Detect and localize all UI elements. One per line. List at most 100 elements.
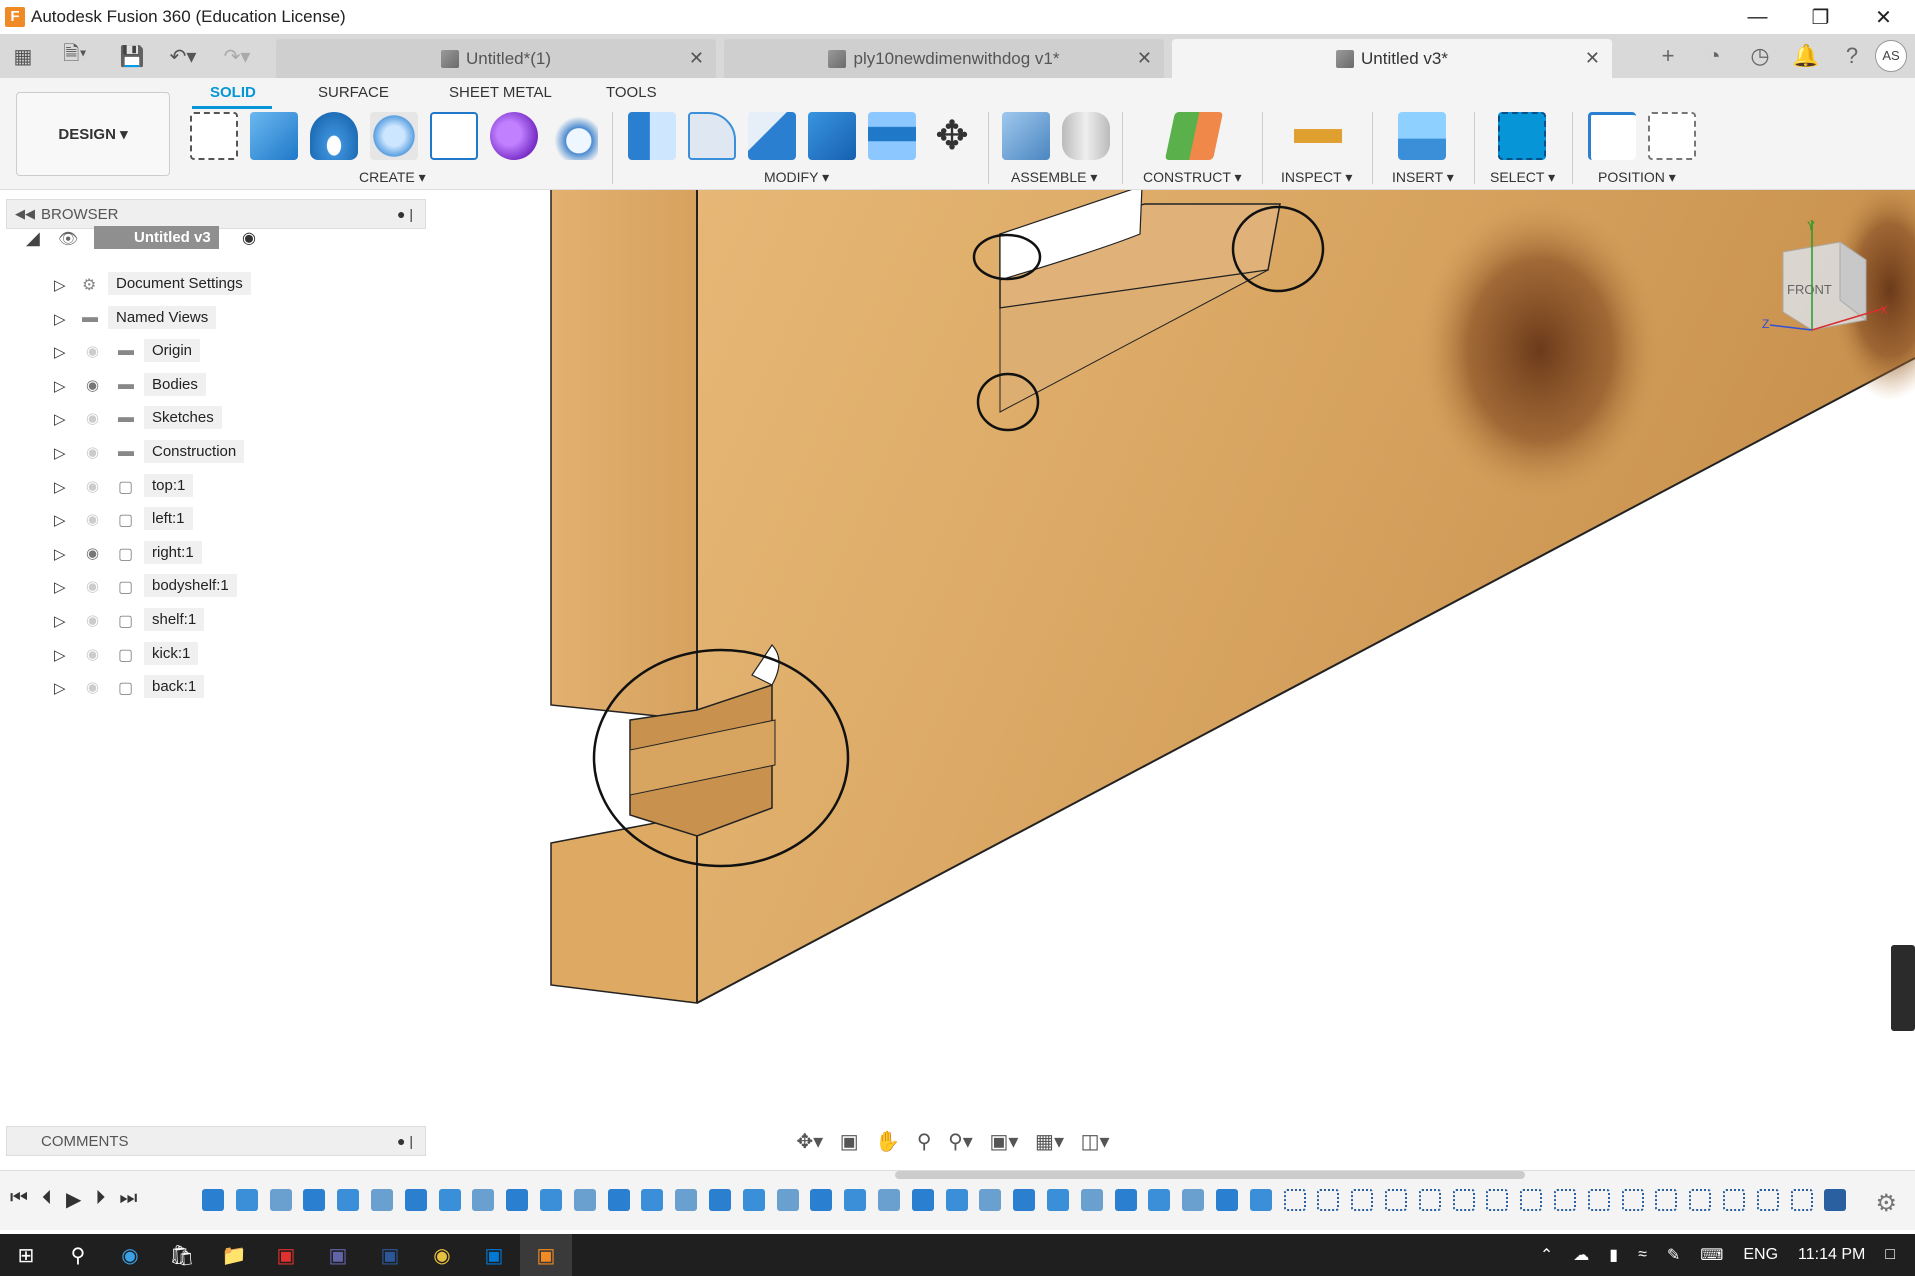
- browser-panel-header[interactable]: ◀◀ BROWSER ● |: [6, 199, 426, 229]
- tab-close-icon[interactable]: ✕: [689, 48, 704, 69]
- timeline-feature-icon[interactable]: [269, 1189, 292, 1211]
- create-sketch-icon[interactable]: [190, 112, 238, 160]
- expand-triangle-icon[interactable]: ▷: [54, 578, 66, 596]
- redo-icon[interactable]: ↷▾: [214, 34, 260, 78]
- revert-position-icon[interactable]: [1648, 112, 1696, 160]
- pan-hand-icon[interactable]: ✋: [875, 1129, 900, 1154]
- pen-icon[interactable]: ✎: [1667, 1245, 1680, 1265]
- user-avatar[interactable]: AS: [1875, 40, 1907, 72]
- mirror-sweep-icon[interactable]: [550, 112, 598, 160]
- extrude-icon[interactable]: [250, 112, 298, 160]
- step-back-icon[interactable]: ⏴: [42, 1187, 52, 1212]
- expand-triangle-icon[interactable]: ▷: [54, 545, 66, 563]
- wifi-icon[interactable]: ≈: [1638, 1246, 1647, 1264]
- timeline-feature-icon[interactable]: [1283, 1189, 1306, 1211]
- apps-grid-icon[interactable]: ▦: [8, 34, 38, 78]
- timeline-feature-icon[interactable]: [1182, 1189, 1205, 1211]
- timeline-feature-icon[interactable]: [607, 1189, 630, 1211]
- panel-edge-face[interactable]: [550, 190, 698, 721]
- edge-browser-icon[interactable]: ◉: [104, 1234, 156, 1276]
- display-settings-icon[interactable]: ▣▾: [989, 1129, 1018, 1154]
- chrome-icon[interactable]: ◉: [416, 1234, 468, 1276]
- timeline-feature-icon[interactable]: [1520, 1189, 1543, 1211]
- press-pull-icon[interactable]: [628, 112, 676, 160]
- offset-face-icon[interactable]: [868, 112, 916, 160]
- step-forward-icon[interactable]: ⏵: [95, 1187, 105, 1212]
- outlook-icon[interactable]: ▣: [468, 1234, 520, 1276]
- expand-triangle-icon[interactable]: ▷: [54, 478, 66, 496]
- timeline-feature-icon[interactable]: [202, 1189, 224, 1211]
- timeline-feature-icon[interactable]: [1587, 1189, 1610, 1211]
- visibility-hidden-icon[interactable]: ◉: [86, 409, 99, 427]
- timeline-feature-icon[interactable]: [540, 1189, 562, 1211]
- insert-canvas-icon[interactable]: [1398, 112, 1446, 160]
- add-comment-icon[interactable]: ● |: [397, 1133, 413, 1149]
- new-component-icon[interactable]: [1002, 112, 1050, 160]
- timeline-feature-icon[interactable]: [371, 1189, 393, 1211]
- tab-ply10newdimenwithdog[interactable]: ply10newdimenwithdog v1* ✕: [724, 39, 1164, 78]
- timeline-feature-icon[interactable]: [303, 1189, 326, 1211]
- timeline-feature-icon[interactable]: [709, 1189, 731, 1211]
- timeline-feature-icon[interactable]: [404, 1189, 427, 1211]
- tab-surface[interactable]: SURFACE: [318, 84, 389, 101]
- new-tab-icon[interactable]: +: [1645, 43, 1691, 69]
- timeline-feature-icon[interactable]: [1452, 1189, 1475, 1211]
- timeline-feature-icon[interactable]: [1689, 1189, 1712, 1211]
- revolve-icon[interactable]: [310, 112, 358, 160]
- timeline-feature-icon[interactable]: [1621, 1189, 1644, 1211]
- assemble-menu[interactable]: ASSEMBLE ▾: [1011, 169, 1097, 186]
- timeline-feature-icon[interactable]: [844, 1189, 867, 1211]
- file-menu-icon[interactable]: 🗎▾: [52, 34, 98, 78]
- timeline-feature-icon[interactable]: [1824, 1189, 1847, 1211]
- shell-icon[interactable]: [748, 112, 796, 160]
- fit-icon[interactable]: ⚲▾: [948, 1129, 973, 1154]
- timeline-feature-icon[interactable]: [1655, 1189, 1678, 1211]
- tab-close-icon[interactable]: ✕: [1585, 48, 1600, 69]
- save-icon[interactable]: 💾: [114, 34, 150, 78]
- visibility-hidden-icon[interactable]: ◉: [86, 645, 99, 663]
- timeline-feature-icon[interactable]: [979, 1189, 1002, 1211]
- onedrive-icon[interactable]: ☁: [1573, 1245, 1589, 1265]
- joint-icon[interactable]: [1062, 112, 1110, 160]
- expand-triangle-icon[interactable]: ▷: [54, 511, 66, 529]
- timeline-feature-icon[interactable]: [1418, 1189, 1441, 1211]
- action-center-icon[interactable]: □: [1885, 1246, 1895, 1264]
- visibility-eye-icon[interactable]: 👁: [58, 229, 78, 249]
- timeline-feature-icon[interactable]: [438, 1189, 461, 1211]
- windows-start-icon[interactable]: ⊞: [0, 1234, 52, 1276]
- visibility-hidden-icon[interactable]: ◉: [86, 611, 99, 629]
- minimize-button[interactable]: —: [1726, 0, 1789, 34]
- expanded-triangle-icon[interactable]: ◢: [26, 228, 40, 249]
- orbit-icon[interactable]: ✥▾: [796, 1129, 823, 1154]
- timeline-feature-icon[interactable]: [1486, 1189, 1509, 1211]
- keyboard-icon[interactable]: ⌨: [1700, 1245, 1723, 1265]
- tab-close-icon[interactable]: ✕: [1137, 48, 1152, 69]
- activate-component-icon[interactable]: ◉: [242, 228, 256, 248]
- tab-tools[interactable]: TOOLS: [606, 84, 657, 101]
- timeline-feature-icon[interactable]: [1554, 1189, 1576, 1211]
- browser-pin-icon[interactable]: ● |: [397, 206, 413, 222]
- app-red-icon[interactable]: ▣: [260, 1234, 312, 1276]
- visibility-hidden-icon[interactable]: ◉: [86, 510, 99, 528]
- workspace-switcher-button[interactable]: DESIGN ▾: [16, 92, 170, 176]
- timeline-feature-icon[interactable]: [1216, 1189, 1238, 1211]
- timeline-feature-icon[interactable]: [1013, 1189, 1036, 1211]
- help-icon[interactable]: ?: [1829, 43, 1875, 69]
- tray-chevron-icon[interactable]: ⌃: [1540, 1245, 1553, 1265]
- visibility-hidden-icon[interactable]: ◉: [86, 477, 99, 495]
- timeline-feature-icon[interactable]: [742, 1189, 765, 1211]
- language-indicator[interactable]: ENG: [1743, 1246, 1778, 1264]
- timeline-scrollbar[interactable]: [895, 1171, 1525, 1179]
- modify-menu[interactable]: MODIFY ▾: [764, 169, 829, 186]
- rectangular-pattern-icon[interactable]: [430, 112, 478, 160]
- timeline-feature-icon[interactable]: [1351, 1189, 1374, 1211]
- display-tools-strip[interactable]: [1891, 945, 1915, 1031]
- timeline-feature-icon[interactable]: [1790, 1189, 1813, 1211]
- create-menu[interactable]: CREATE ▾: [359, 169, 426, 186]
- timeline-feature-icon[interactable]: [1080, 1189, 1103, 1211]
- lower-block-face[interactable]: [550, 814, 698, 1004]
- fillet-icon[interactable]: [688, 112, 736, 160]
- collapse-browser-icon[interactable]: ◀◀: [15, 206, 35, 222]
- visibility-hidden-icon[interactable]: ◉: [86, 678, 99, 696]
- timeline-feature-icon[interactable]: [1756, 1189, 1779, 1211]
